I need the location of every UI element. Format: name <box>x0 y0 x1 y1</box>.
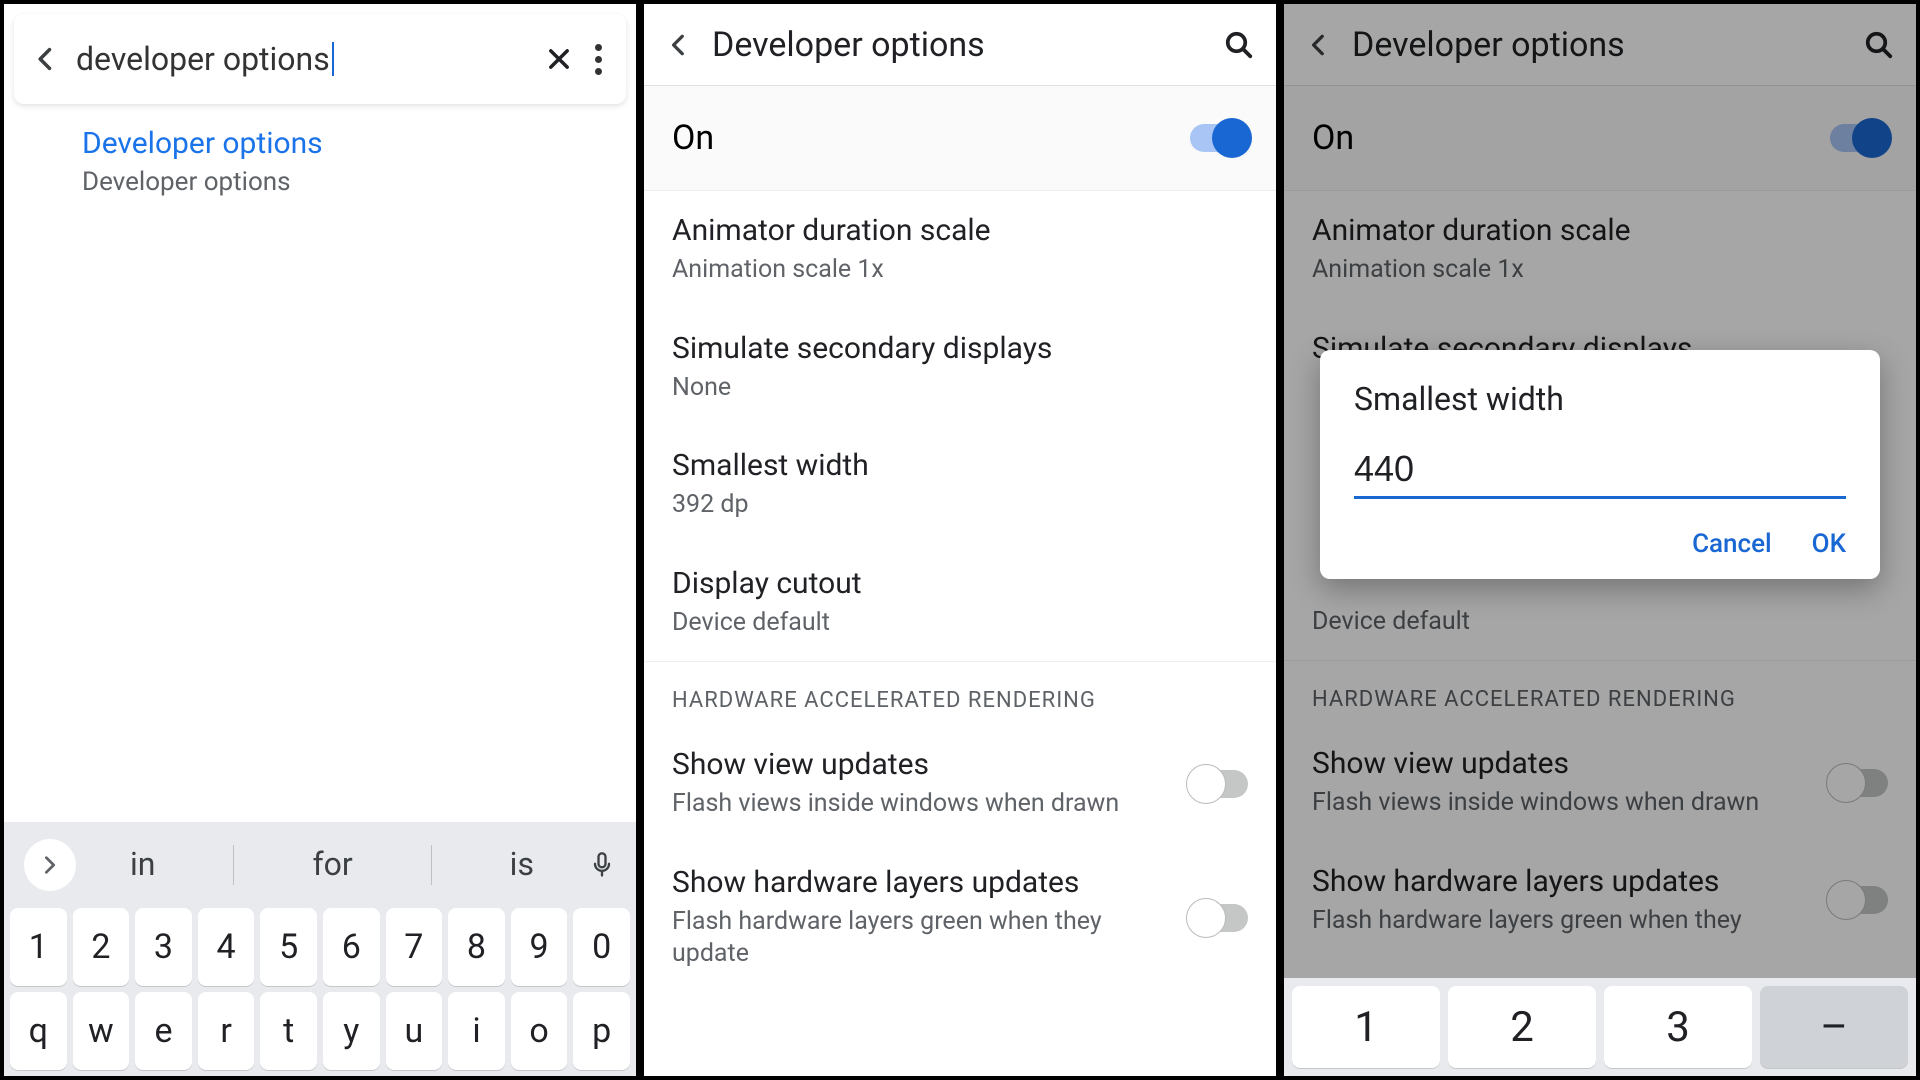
panel-search: developer options Developer options Deve… <box>0 0 640 1080</box>
settings-item-title: Show view updates <box>672 747 1174 782</box>
suggestion-word[interactable]: for <box>282 845 382 885</box>
settings-item-subtitle: Flash hardware layers green when they up… <box>672 906 1174 971</box>
search-result-title: Developer options <box>82 126 612 161</box>
settings-item-subtitle: Device default <box>672 607 1248 640</box>
suggestion-word[interactable]: in <box>100 845 185 885</box>
toggle-on-icon[interactable] <box>1190 124 1248 152</box>
search-result[interactable]: Developer options Developer options <box>4 104 636 197</box>
settings-item[interactable]: Simulate secondary displays None <box>644 309 1276 427</box>
key-q[interactable]: q <box>10 992 67 1070</box>
key-r[interactable]: r <box>198 992 255 1070</box>
panel-developer-options: Developer options On Animator duration s… <box>640 0 1280 1080</box>
key-0[interactable]: 0 <box>573 908 630 986</box>
dialog-title: Smallest width <box>1354 380 1846 418</box>
key-y[interactable]: y <box>323 992 380 1070</box>
mic-icon[interactable] <box>588 846 616 884</box>
key-2[interactable]: 2 <box>73 908 130 986</box>
suggestion-word[interactable]: is <box>480 845 564 885</box>
search-input-text[interactable]: developer options <box>76 40 330 78</box>
cancel-button[interactable]: Cancel <box>1692 529 1772 559</box>
key-7[interactable]: 7 <box>386 908 443 986</box>
settings-item-title: Display cutout <box>672 566 1248 601</box>
clear-icon[interactable] <box>545 45 573 73</box>
settings-item-title: Simulate secondary displays <box>672 331 1248 366</box>
key-5[interactable]: 5 <box>260 908 317 986</box>
key-9[interactable]: 9 <box>511 908 568 986</box>
key-i[interactable]: i <box>448 992 505 1070</box>
settings-item-subtitle: Animation scale 1x <box>672 254 1248 287</box>
settings-item[interactable]: Show hardware layers updates Flash hardwa… <box>644 843 1276 993</box>
settings-item-title: Smallest width <box>672 448 1248 483</box>
page-title: Developer options <box>712 25 1224 65</box>
text-cursor <box>332 42 334 76</box>
settings-item-subtitle: Flash views inside windows when drawn <box>672 788 1174 821</box>
ok-button[interactable]: OK <box>1812 529 1846 559</box>
keyboard-expand-icon[interactable] <box>24 839 76 891</box>
toggle-off-icon[interactable] <box>1190 770 1248 798</box>
key-t[interactable]: t <box>260 992 317 1070</box>
key-8[interactable]: 8 <box>448 908 505 986</box>
keyboard: in for is 1234567890 qwertyuiop <box>4 822 636 1076</box>
section-header: HARDWARE ACCELERATED RENDERING <box>644 661 1276 725</box>
numeric-keyboard: 123– <box>1284 978 1916 1076</box>
on-label: On <box>672 118 714 158</box>
panel-developer-options-dialog: Developer options On Animator duration s… <box>1280 0 1920 1080</box>
app-bar: Developer options <box>644 4 1276 86</box>
settings-item[interactable]: Display cutout Device default <box>644 544 1276 662</box>
search-icon[interactable] <box>1224 30 1254 60</box>
back-icon[interactable] <box>666 32 692 58</box>
numkey-–[interactable]: – <box>1760 986 1908 1068</box>
key-p[interactable]: p <box>573 992 630 1070</box>
settings-item-title: Animator duration scale <box>672 213 1248 248</box>
settings-item[interactable]: Smallest width 392 dp <box>644 426 1276 544</box>
numkey-3[interactable]: 3 <box>1604 986 1752 1068</box>
master-toggle-row[interactable]: On <box>644 86 1276 191</box>
smallest-width-dialog: Smallest width Cancel OK <box>1320 350 1880 579</box>
key-e[interactable]: e <box>135 992 192 1070</box>
settings-item-title: Show hardware layers updates <box>672 865 1174 900</box>
settings-item[interactable]: Show view updates Flash views inside wind… <box>644 725 1276 843</box>
settings-item-subtitle: None <box>672 372 1248 405</box>
key-3[interactable]: 3 <box>135 908 192 986</box>
overflow-menu-icon[interactable] <box>595 44 602 75</box>
key-1[interactable]: 1 <box>10 908 67 986</box>
search-result-subtitle: Developer options <box>82 167 612 197</box>
search-bar: developer options <box>14 14 626 104</box>
back-icon[interactable] <box>32 45 60 73</box>
key-4[interactable]: 4 <box>198 908 255 986</box>
key-o[interactable]: o <box>511 992 568 1070</box>
numkey-1[interactable]: 1 <box>1292 986 1440 1068</box>
key-w[interactable]: w <box>73 992 130 1070</box>
settings-item[interactable]: Animator duration scale Animation scale 1… <box>644 191 1276 309</box>
toggle-off-icon[interactable] <box>1190 904 1248 932</box>
key-6[interactable]: 6 <box>323 908 380 986</box>
settings-item-subtitle: 392 dp <box>672 489 1248 522</box>
numkey-2[interactable]: 2 <box>1448 986 1596 1068</box>
smallest-width-input[interactable] <box>1354 444 1846 499</box>
key-u[interactable]: u <box>386 992 443 1070</box>
